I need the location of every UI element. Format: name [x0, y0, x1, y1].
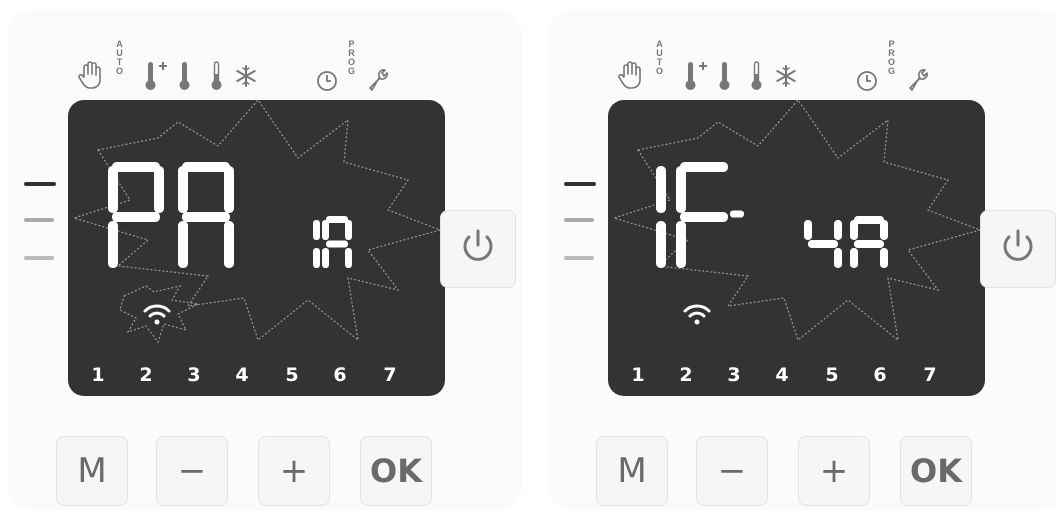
day-indicator-1: 1 [631, 364, 645, 386]
day-indicator-4: 4 [775, 364, 789, 386]
level-bar-3 [564, 256, 594, 260]
level-bar-1 [564, 182, 596, 186]
plus-button[interactable]: + [798, 436, 870, 506]
minus-button-label: − [717, 451, 747, 491]
day-indicator-1: 1 [91, 364, 105, 386]
power-button[interactable] [440, 210, 516, 288]
thermostat-panel-left: AUTO PROG 1 2 3 4 5 6 7 M − + OK [8, 10, 522, 510]
day-indicator-2: 2 [139, 364, 153, 386]
wifi-icon [682, 302, 712, 331]
ok-button-label: OK [910, 452, 962, 490]
hand-icon [78, 60, 104, 90]
day-indicator-6: 6 [873, 364, 887, 386]
power-button[interactable] [980, 210, 1056, 288]
mode-button-label: M [617, 451, 647, 491]
clock-icon [856, 70, 878, 92]
clock-icon [316, 70, 338, 92]
day-indicator-7: 7 [923, 364, 937, 386]
mode-button-label: M [77, 451, 107, 491]
mode-indicators: AUTO PROG [78, 40, 408, 104]
thermometer-plus-icon [684, 60, 714, 92]
sub-digit [322, 216, 352, 268]
ok-button[interactable]: OK [900, 436, 972, 506]
day-indicator-4: 4 [235, 364, 249, 386]
wifi-icon [142, 302, 172, 331]
mode-indicators: AUTO PROG [618, 40, 948, 104]
power-icon [459, 227, 497, 272]
day-indicator-7: 7 [383, 364, 397, 386]
plus-button[interactable]: + [258, 436, 330, 506]
day-indicator-5: 5 [285, 364, 299, 386]
day-of-week-row: 1 2 3 4 5 6 7 [608, 364, 985, 390]
main-digit [730, 210, 744, 218]
minus-button[interactable]: − [156, 436, 228, 506]
sub-digit [850, 216, 888, 268]
lcd-display: 1 2 3 4 5 6 7 [68, 100, 445, 396]
plus-button-label: + [819, 451, 849, 491]
thermometer-icon [718, 60, 732, 92]
wrench-icon [906, 66, 932, 92]
day-indicator-5: 5 [825, 364, 839, 386]
day-indicator-6: 6 [333, 364, 347, 386]
prog-indicator: PROG [888, 39, 896, 76]
level-indicator [564, 182, 596, 262]
sub-digit [804, 220, 842, 268]
day-indicator-3: 3 [187, 364, 201, 386]
level-indicator [24, 182, 56, 262]
ok-button-label: OK [370, 452, 422, 490]
thermometer-icon [178, 60, 192, 92]
prog-indicator: PROG [348, 39, 356, 76]
day-of-week-row: 1 2 3 4 5 6 7 [68, 364, 445, 390]
auto-indicator: AUTO [116, 39, 124, 76]
snowflake-icon [234, 64, 258, 88]
level-bar-2 [24, 218, 54, 222]
thermometer-low-icon [750, 60, 764, 92]
auto-indicator: AUTO [656, 39, 664, 76]
thermometer-low-icon [210, 60, 224, 92]
level-bar-3 [24, 256, 54, 260]
thermometer-plus-icon [144, 60, 174, 92]
ok-button[interactable]: OK [360, 436, 432, 506]
main-digit [178, 162, 234, 268]
sub-digit [313, 220, 320, 268]
minus-button-label: − [177, 451, 207, 491]
level-bar-2 [564, 218, 594, 222]
main-digit [676, 162, 728, 268]
hand-icon [618, 60, 644, 90]
day-indicator-3: 3 [727, 364, 741, 386]
thermostat-panel-right: AUTO PROG 1 2 3 4 5 6 7 M − + OK [548, 10, 1056, 510]
day-indicator-2: 2 [679, 364, 693, 386]
mode-button[interactable]: M [56, 436, 128, 506]
snowflake-icon [774, 64, 798, 88]
lcd-display: 1 2 3 4 5 6 7 [608, 100, 985, 396]
wrench-icon [366, 66, 392, 92]
minus-button[interactable]: − [696, 436, 768, 506]
level-bar-1 [24, 182, 56, 186]
power-icon [999, 227, 1037, 272]
plus-button-label: + [279, 451, 309, 491]
main-digit [656, 166, 666, 268]
main-digit [108, 162, 164, 268]
mode-button[interactable]: M [596, 436, 668, 506]
